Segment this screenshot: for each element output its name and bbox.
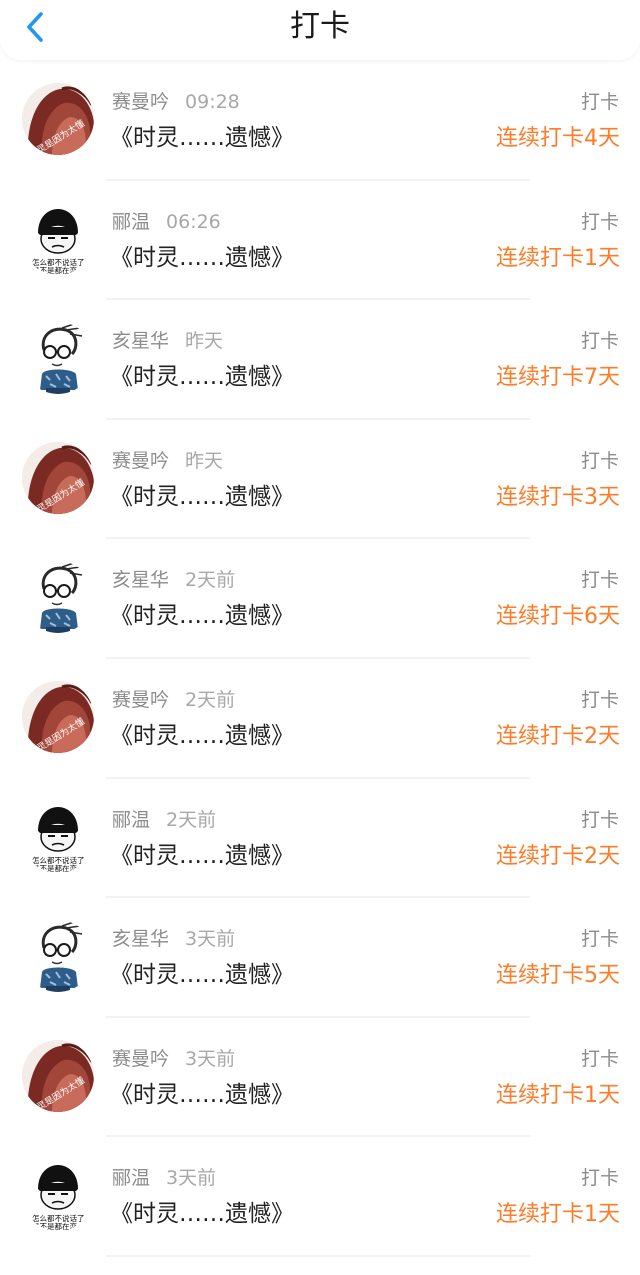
streak-label: 连续打卡2天: [496, 843, 620, 869]
checkin-note[interactable]: 《时灵……遗憾》: [110, 958, 294, 992]
meme-avatar[interactable]: 怎么都不说话了 是不是都在恋: [22, 1159, 94, 1232]
user-name[interactable]: 郦温: [112, 1167, 150, 1189]
page-title: 打卡: [290, 9, 350, 44]
streak-label: 连续打卡1天: [496, 1082, 620, 1108]
sketch-avatar[interactable]: [22, 920, 94, 993]
list-item[interactable]: 怎么都不说话了 是不是都在恋 郦温 06:26 《时灵……遗憾》 打卡连续打卡1天: [0, 181, 640, 301]
checkin-action-label: 打卡: [580, 569, 619, 592]
user-name[interactable]: 赛曼吟: [112, 1048, 169, 1070]
user-meta: 亥星华 2天前: [112, 567, 235, 593]
girl-avatar[interactable]: 灵是因为太懂: [22, 1039, 94, 1112]
user-name[interactable]: 郦温: [112, 809, 150, 831]
checkin-action-label: 打卡: [580, 808, 619, 831]
checkin-note[interactable]: 《时灵……遗憾》: [110, 121, 294, 155]
streak-label: 连续打卡3天: [496, 484, 620, 510]
user-name[interactable]: 亥星华: [112, 569, 169, 591]
sketch-avatar[interactable]: [22, 561, 94, 634]
streak-label: 连续打卡6天: [496, 604, 620, 630]
checkin-note[interactable]: 《时灵……遗憾》: [110, 839, 294, 873]
post-time: 昨天: [185, 449, 224, 472]
streak-label: 连续打卡4天: [496, 126, 620, 151]
user-meta: 赛曼吟 昨天: [112, 448, 223, 474]
checkin-list: 灵是因为太懂 赛曼吟 09:28 《时灵……遗憾》 打卡 连续打卡4天 怎么都不说话了 …: [0, 61, 640, 1257]
streak-label: 连续打卡5天: [496, 963, 620, 989]
list-item[interactable]: 灵是因为太懂 赛曼吟 3天前《时灵……遗憾》 打卡连续打卡1天: [0, 1018, 640, 1138]
list-item[interactable]: 亥星华 昨天《时灵……遗憾》 打卡连续打卡7天: [0, 300, 640, 420]
meme-avatar[interactable]: 怎么都不说话了 是不是都在恋: [22, 202, 94, 275]
checkin-action-label: 打卡: [580, 91, 619, 113]
checkin-note[interactable]: 《时灵……遗憾》: [110, 241, 294, 275]
post-time: 2天前: [166, 808, 217, 831]
user-name[interactable]: 赛曼吟: [112, 450, 169, 472]
user-meta: 亥星华 昨天: [112, 328, 223, 354]
checkin-note[interactable]: 《时灵……遗憾》: [110, 360, 294, 394]
checkin-action-label: 打卡: [580, 928, 619, 951]
user-name[interactable]: 郦温: [112, 211, 150, 233]
user-meta: 赛曼吟 2天前: [112, 687, 235, 713]
checkin-note[interactable]: 《时灵……遗憾》: [110, 1078, 294, 1112]
post-time: 2天前: [185, 569, 236, 592]
user-meta: 郦温 06:26: [112, 209, 221, 235]
girl-avatar[interactable]: 灵是因为太懂: [22, 680, 94, 753]
list-item[interactable]: 灵是因为太懂 赛曼吟 昨天《时灵……遗憾》 打卡连续打卡3天: [0, 420, 640, 540]
post-time: 06:26: [166, 210, 221, 233]
post-time: 昨天: [185, 330, 224, 353]
checkin-action-label: 打卡: [580, 1047, 619, 1070]
post-time: 3天前: [185, 1047, 236, 1070]
girl-avatar[interactable]: 灵是因为太懂: [22, 441, 94, 514]
user-name[interactable]: 赛曼吟: [112, 689, 169, 711]
list-item[interactable]: 怎么都不说话了 是不是都在恋 郦温 3天前《时灵……遗憾》 打卡连续打卡1天: [0, 1137, 640, 1257]
user-name[interactable]: 亥星华: [112, 928, 169, 950]
streak-label: 连续打卡7天: [496, 365, 620, 391]
divider: [106, 1254, 530, 1257]
nav-bar: 打卡: [0, 0, 640, 60]
checkin-action-label: 打卡: [580, 330, 619, 353]
streak-label: 连续打卡1天: [496, 245, 620, 271]
list-item[interactable]: 灵是因为太懂 赛曼吟 09:28 《时灵……遗憾》 打卡连续打卡4天: [0, 61, 640, 181]
post-time: 3天前: [185, 928, 236, 951]
post-time: 09:28: [185, 91, 240, 113]
svg-text:是不是都在恋: 是不是都在恋: [32, 1221, 77, 1231]
list-item[interactable]: 怎么都不说话了 是不是都在恋 郦温 2天前《时灵……遗憾》 打卡连续打卡2天: [0, 779, 640, 899]
sketch-avatar[interactable]: [22, 322, 94, 395]
checkin-action-label: 打卡: [580, 449, 619, 472]
post-time: 2天前: [185, 688, 236, 711]
svg-text:是不是都在恋: 是不是都在恋: [32, 265, 77, 275]
checkin-action-label: 打卡: [580, 210, 619, 233]
user-meta: 亥星华 3天前: [112, 926, 235, 952]
user-name[interactable]: 赛曼吟: [112, 91, 169, 113]
checkin-note[interactable]: 《时灵……遗憾》: [110, 1197, 294, 1231]
checkin-note[interactable]: 《时灵……遗憾》: [110, 599, 294, 633]
checkin-note[interactable]: 《时灵……遗憾》: [110, 480, 294, 514]
user-meta: 郦温 2天前: [112, 807, 216, 833]
meme-avatar[interactable]: 怎么都不说话了 是不是都在恋: [22, 800, 94, 873]
streak-label: 连续打卡2天: [496, 723, 620, 749]
checkin-note[interactable]: 《时灵……遗憾》: [110, 719, 294, 753]
user-meta: 郦温 3天前: [112, 1165, 216, 1191]
user-meta: 赛曼吟 09:28: [112, 89, 240, 115]
girl-avatar[interactable]: 灵是因为太懂: [22, 83, 94, 155]
user-meta: 赛曼吟 3天前: [112, 1046, 235, 1072]
streak-label: 连续打卡1天: [496, 1202, 620, 1228]
list-item[interactable]: 亥星华 3天前《时灵……遗憾》 打卡连续打卡5天: [0, 898, 640, 1018]
list-item[interactable]: 亥星华 2天前《时灵……遗憾》 打卡连续打卡6天: [0, 539, 640, 659]
checkin-action-label: 打卡: [580, 688, 619, 711]
checkin-action-label: 打卡: [580, 1167, 619, 1190]
list-item[interactable]: 灵是因为太懂 赛曼吟 2天前《时灵……遗憾》 打卡连续打卡2天: [0, 659, 640, 779]
user-name[interactable]: 亥星华: [112, 330, 169, 352]
svg-text:是不是都在恋: 是不是都在恋: [32, 863, 77, 873]
post-time: 3天前: [166, 1167, 217, 1190]
